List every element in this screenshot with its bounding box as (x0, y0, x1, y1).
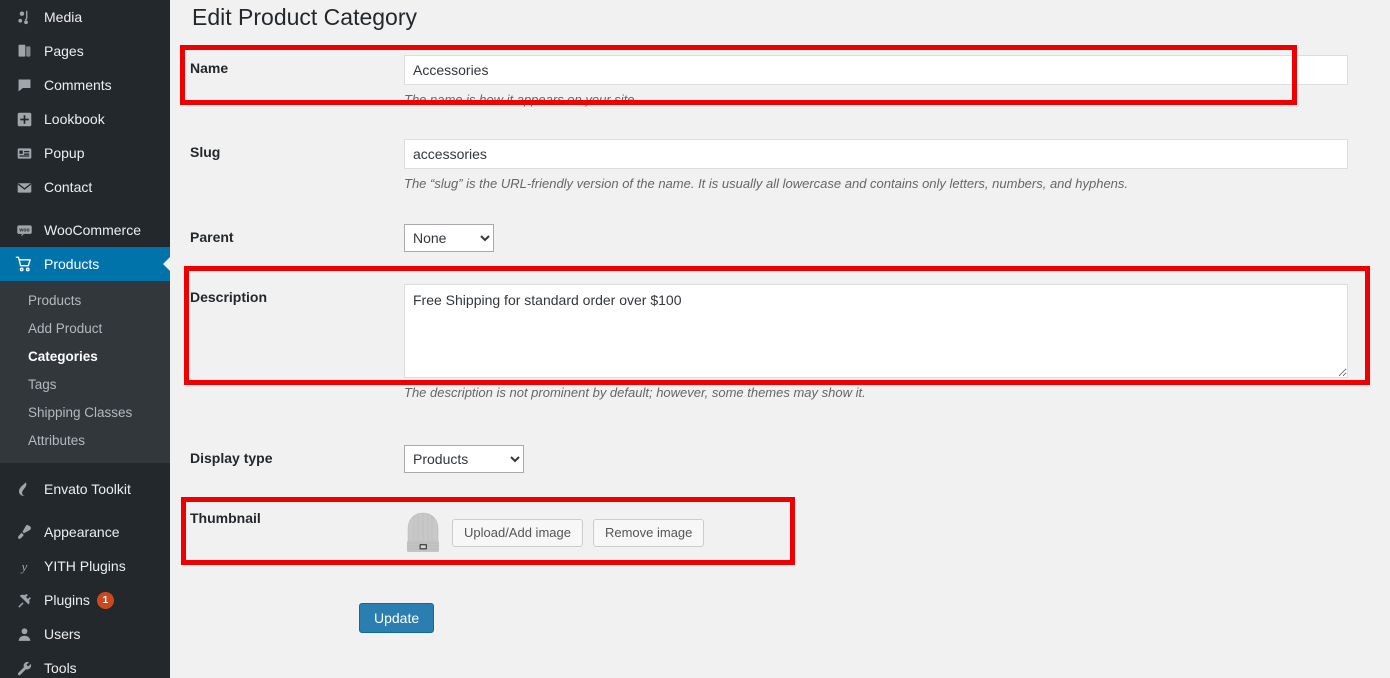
sidebar-item-label: WooCommerce (44, 222, 141, 238)
sidebar-item-tools[interactable]: Tools (0, 651, 170, 678)
update-button[interactable]: Update (359, 603, 435, 633)
submenu-item-categories[interactable]: Categories (0, 343, 170, 371)
sidebar-item-label: Comments (44, 77, 112, 93)
envelope-icon (14, 177, 34, 197)
wrench-icon (14, 658, 34, 678)
paintbrush-icon (14, 522, 34, 542)
submenu-item-products[interactable]: Products (0, 287, 170, 315)
sidebar-item-contact[interactable]: Contact (0, 170, 170, 204)
sidebar-item-lookbook[interactable]: Lookbook (0, 102, 170, 136)
row-thumbnail: Thumbnail Upload/Add image Remove image (180, 500, 1390, 557)
slug-field-wrap: The “slug” is the URL-friendly version o… (404, 134, 1390, 193)
parent-field-wrap: None (404, 219, 1390, 252)
products-submenu: Products Add Product Categories Tags Shippin… (0, 281, 170, 463)
name-label: Name (190, 60, 229, 76)
submenu-item-shipping-classes[interactable]: Shipping Classes (0, 399, 170, 427)
display-type-field-wrap: Products (404, 440, 1390, 473)
sidebar-item-users[interactable]: Users (0, 617, 170, 651)
submit-row: Update (359, 603, 435, 633)
sidebar-item-label: Products (44, 256, 100, 272)
sidebar-item-label: Tools (44, 660, 77, 676)
row-parent: Parent None (180, 219, 1390, 252)
row-display-type: Display type Products (180, 440, 1390, 473)
sidebar-item-comments[interactable]: Comments (0, 68, 170, 102)
sidebar-item-label: Media (44, 9, 83, 25)
sidebar-item-label: Popup (44, 145, 85, 161)
name-field-wrap: The name is how it appears on your site. (404, 50, 1390, 109)
name-input[interactable] (404, 55, 1348, 85)
svg-text:woo: woo (18, 227, 29, 233)
sidebar-item-label: Appearance (44, 524, 120, 540)
sidebar-item-media[interactable]: Media (0, 0, 170, 34)
upload-add-image-button[interactable]: Upload/Add image (452, 519, 583, 547)
sidebar-item-appearance[interactable]: Appearance (0, 515, 170, 549)
sidebar-item-popup[interactable]: Popup (0, 136, 170, 170)
sidebar-item-yith-plugins[interactable]: y YITH Plugins (0, 549, 170, 583)
row-slug: Slug The “slug” is the URL-friendly vers… (180, 134, 1390, 193)
media-icon (14, 7, 34, 27)
plug-icon (14, 590, 34, 610)
description-help-text: The description is not prominent by defa… (404, 385, 866, 400)
name-help-text: The name is how it appears on your site. (404, 92, 639, 107)
popup-icon (14, 143, 34, 163)
sidebar-item-label: Contact (44, 179, 93, 195)
wp-admin-screen: Media Pages Comments Lookbook Popup Contact wo… (0, 0, 1390, 678)
row-description: Description The description is not promi… (180, 279, 1390, 402)
sidebar-item-label: Lookbook (44, 111, 105, 127)
sidebar-item-label: Pages (44, 43, 84, 59)
sidebar-item-woocommerce[interactable]: woo WooCommerce (0, 213, 170, 247)
comments-icon (14, 75, 34, 95)
sidebar-item-envato-toolkit[interactable]: Envato Toolkit (0, 472, 170, 506)
sidebar-primary-menu: Media Pages Comments Lookbook Popup Contact wo… (0, 0, 170, 281)
sidebar-separator (0, 463, 170, 472)
sidebar-separator (0, 506, 170, 515)
thumbnail-label: Thumbnail (190, 510, 261, 526)
sidebar-item-label: YITH Plugins (44, 558, 126, 574)
sidebar-item-products[interactable]: Products (0, 247, 170, 281)
update-count-badge: 1 (96, 591, 114, 609)
slug-label: Slug (190, 144, 221, 160)
submenu-item-attributes[interactable]: Attributes (0, 427, 170, 455)
sidebar-item-pages[interactable]: Pages (0, 34, 170, 68)
sidebar-item-plugins[interactable]: Plugins 1 (0, 583, 170, 617)
description-field-wrap: The description is not prominent by defa… (404, 279, 1390, 402)
page-title: Edit Product Category (192, 4, 418, 30)
sidebar-item-label: Plugins (44, 592, 90, 608)
slug-help-text: The “slug” is the URL-friendly version o… (404, 176, 1129, 191)
admin-sidebar: Media Pages Comments Lookbook Popup Contact wo… (0, 0, 170, 678)
parent-label: Parent (190, 229, 234, 245)
envato-icon (14, 479, 34, 499)
cart-icon (14, 254, 34, 274)
description-textarea[interactable] (404, 284, 1348, 378)
remove-image-button[interactable]: Remove image (592, 519, 705, 547)
sidebar-secondary-menu: Envato Toolkit Appearance y YITH Plugins Plu… (0, 463, 170, 678)
sidebar-item-label: Envato Toolkit (44, 481, 131, 497)
plus-box-icon (14, 109, 34, 129)
pages-icon (14, 41, 34, 61)
row-name: Name The name is how it appears on your … (180, 50, 1390, 109)
sidebar-item-label: Users (44, 626, 81, 642)
display-type-select[interactable]: Products (404, 445, 524, 473)
main-content: Edit Product Category Name The name is h… (170, 0, 1390, 678)
submenu-item-add-product[interactable]: Add Product (0, 315, 170, 343)
slug-input[interactable] (404, 139, 1348, 169)
submenu-item-tags[interactable]: Tags (0, 371, 170, 399)
beanie-hat-icon (404, 509, 442, 557)
thumbnail-field-wrap: Upload/Add image Remove image (404, 500, 1390, 557)
user-icon (14, 624, 34, 644)
yith-icon: y (14, 556, 34, 576)
display-type-label: Display type (190, 450, 273, 466)
description-label: Description (190, 289, 268, 305)
woocommerce-icon: woo (14, 220, 34, 240)
svg-text:y: y (19, 560, 27, 574)
parent-select[interactable]: None (404, 224, 494, 252)
sidebar-separator (0, 204, 170, 213)
